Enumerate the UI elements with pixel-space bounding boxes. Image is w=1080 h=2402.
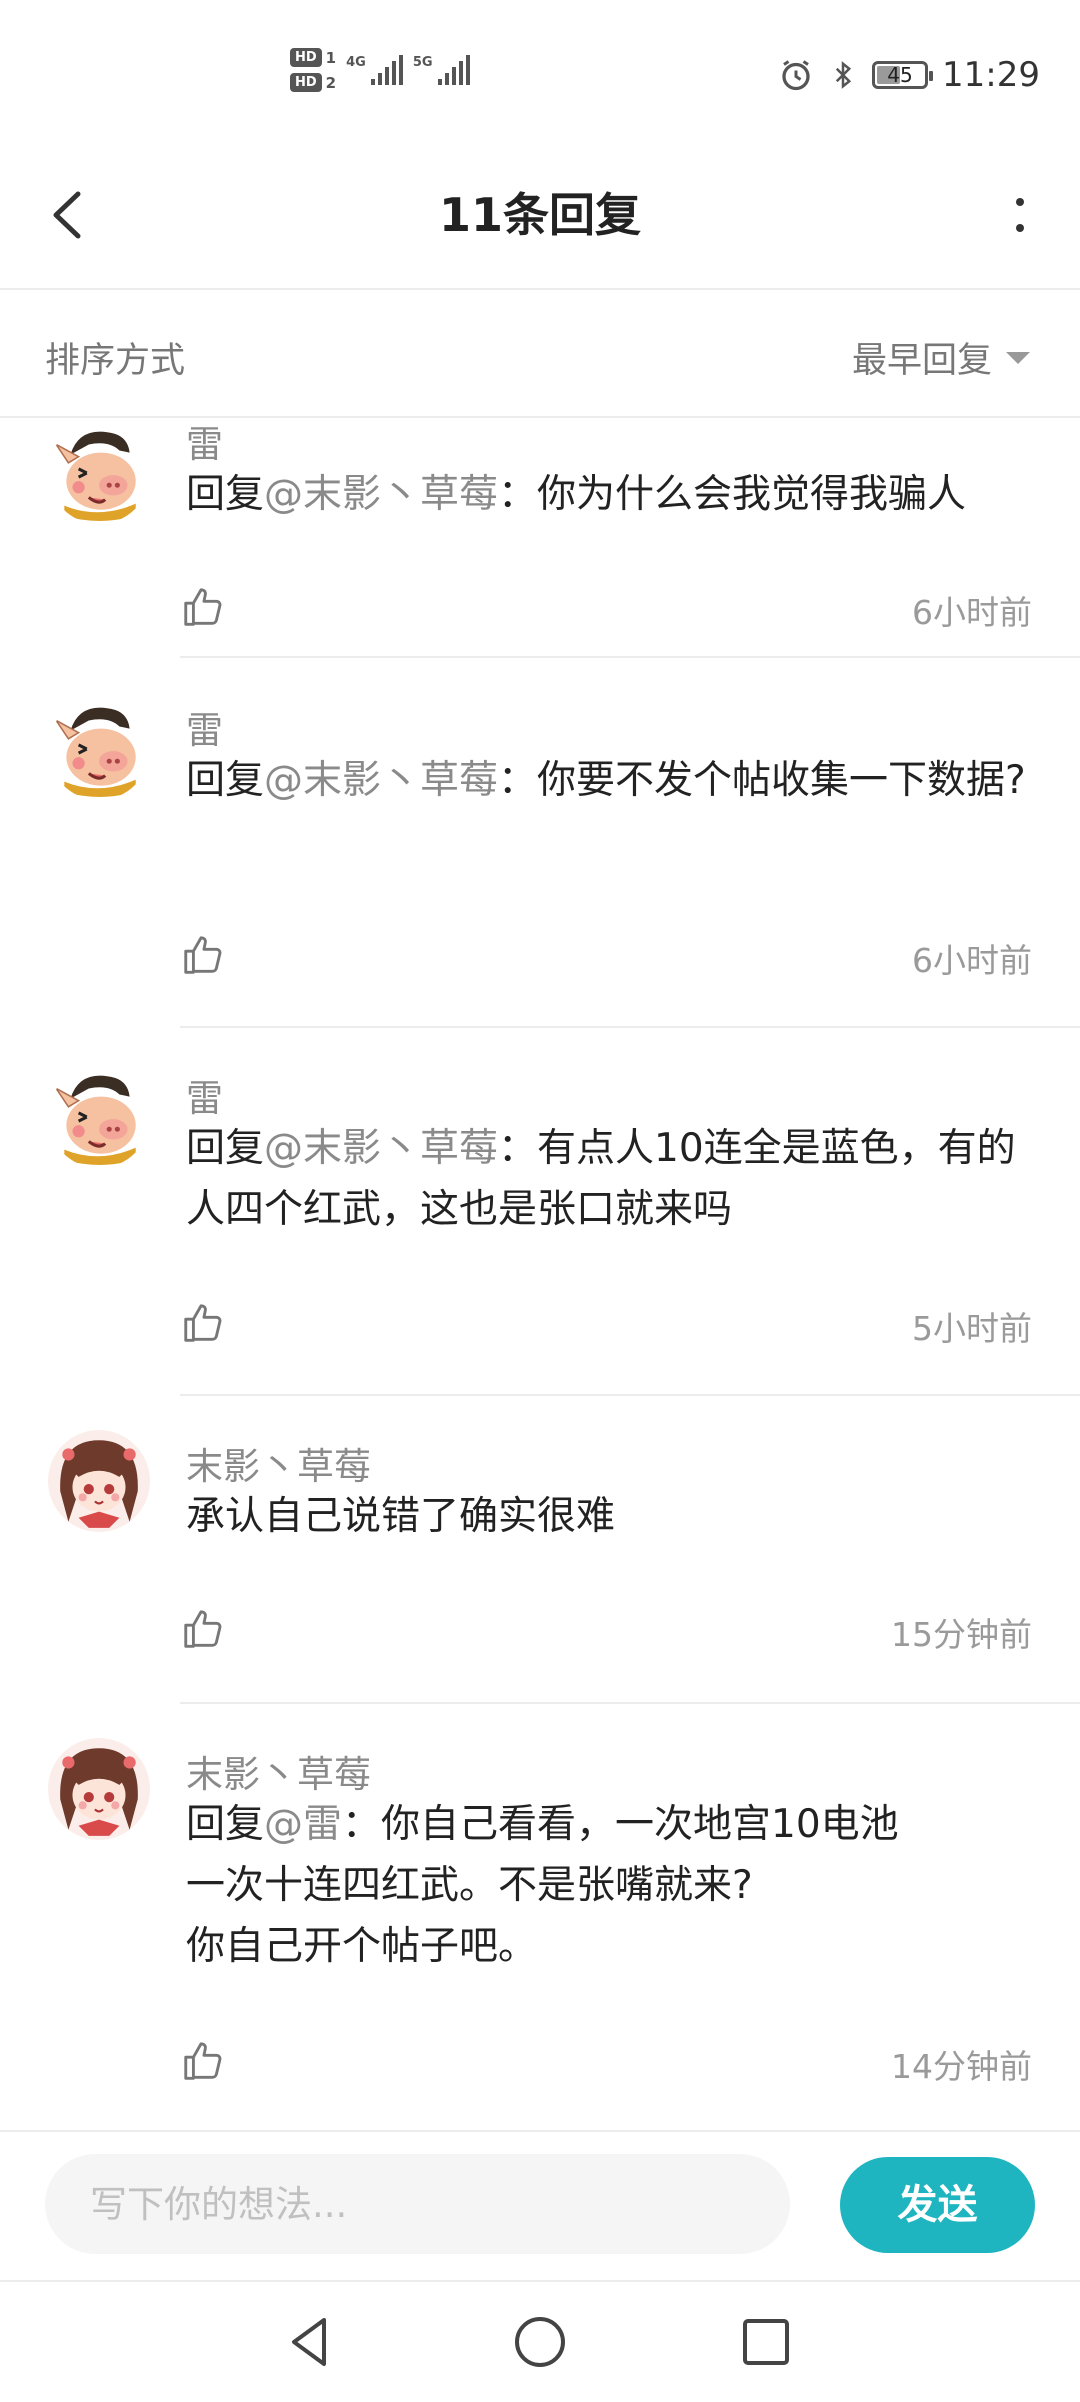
reply-username[interactable]: 末影丶草莓 [186,1744,371,1798]
like-icon[interactable] [180,1300,226,1346]
divider [180,656,1080,658]
reply-time: 14分钟前 [891,2047,1032,2086]
battery-icon: 45 [872,61,934,89]
alarm-icon [782,60,810,91]
divider [180,1702,1080,1704]
dropdown-arrow-icon [1006,351,1030,364]
avatar-anime-girl[interactable] [48,1738,150,1840]
reply-username[interactable]: 雷 [186,1068,223,1122]
sort-label: 排序方式 [45,341,186,381]
like-icon[interactable] [180,2038,226,2084]
avatar-pig[interactable] [48,1066,150,1168]
nav-back-icon[interactable] [280,2312,340,2372]
clock: 11:29 [942,55,1040,95]
reply-item: 雷 回复@末影丶草莓：有点人10连全是蓝色，有的人四个红武，这也是张口就来吗 5… [0,1038,1080,1406]
mention-link[interactable]: @末影丶草莓 [264,1126,498,1171]
divider [180,1394,1080,1396]
reply-username[interactable]: 雷 [186,700,223,754]
sort-dropdown[interactable]: 最早回复 [852,332,1030,383]
reply-time: 6小时前 [912,593,1032,632]
header: 11条回复 [0,150,1080,290]
reply-item: 末影丶草莓 承认自己说错了确实很难 15分钟前 [0,1406,1080,1714]
reply-list[interactable]: 雷 回复@末影丶草莓：你为什么会我觉得我骗人 6小时前 雷 回复@末影丶草莓：你… [0,418,1080,2128]
reply-time: 6小时前 [912,941,1032,980]
divider [180,1026,1080,1028]
signal-icon-1: 4G [346,55,403,85]
system-nav-bar [0,2280,1080,2402]
reply-input-bar: 发送 [0,2130,1080,2280]
reply-item: 雷 回复@末影丶草莓：你为什么会我觉得我骗人 6小时前 [0,418,1080,670]
more-options-icon[interactable] [1000,180,1040,250]
status-bar: HD 1 HD 2 4G 5G 45 11:29 [0,0,1080,150]
avatar-pig[interactable] [48,422,150,524]
nav-home-icon[interactable] [510,2312,570,2372]
mention-link[interactable]: @末影丶草莓 [264,758,498,803]
avatar-pig[interactable] [48,698,150,800]
reply-time: 5小时前 [912,1309,1032,1348]
reply-item: 末影丶草莓 回复@雷：你自己看看，一次地宫10电池 一次十连四红武。不是张嘴就来… [0,1714,1080,2128]
sort-value: 最早回复 [851,341,992,381]
mention-link[interactable]: @雷 [264,1802,342,1847]
nav-recents-icon[interactable] [736,2312,796,2372]
reply-time: 15分钟前 [891,1615,1032,1654]
reply-username[interactable]: 末影丶草莓 [186,1436,371,1490]
like-icon[interactable] [180,1606,226,1652]
reply-text: 回复@末影丶草莓：你为什么会我觉得我骗人 [186,472,967,517]
reply-text: 回复@雷：你自己看看，一次地宫10电池 一次十连四红武。不是张嘴就来? 你自己开… [186,1802,899,1969]
like-icon[interactable] [180,584,226,630]
hd2-indicator: HD 2 [290,73,336,92]
hd1-indicator: HD 1 [290,48,336,67]
like-icon[interactable] [180,932,226,978]
avatar-anime-girl[interactable] [48,1430,150,1532]
reply-item: 雷 回复@末影丶草莓：你要不发个帖收集一下数据? 6小时前 [0,670,1080,1038]
network-indicators: HD 1 HD 2 4G 5G [290,48,470,92]
reply-input[interactable] [45,2154,790,2254]
signal-icon-2: 5G [413,55,470,85]
send-button[interactable]: 发送 [840,2157,1035,2253]
page-title: 11条回复 [438,188,641,242]
mention-link[interactable]: @末影丶草莓 [264,472,498,517]
reply-text: 回复@末影丶草莓：你要不发个帖收集一下数据? [186,758,1026,803]
reply-text: 回复@末影丶草莓：有点人10连全是蓝色，有的人四个红武，这也是张口就来吗 [186,1126,1016,1232]
reply-username[interactable]: 雷 [186,418,223,468]
reply-text: 承认自己说错了确实很难 [186,1494,616,1539]
bluetooth-icon [835,61,852,89]
sort-bar: 排序方式 最早回复 [0,290,1080,418]
